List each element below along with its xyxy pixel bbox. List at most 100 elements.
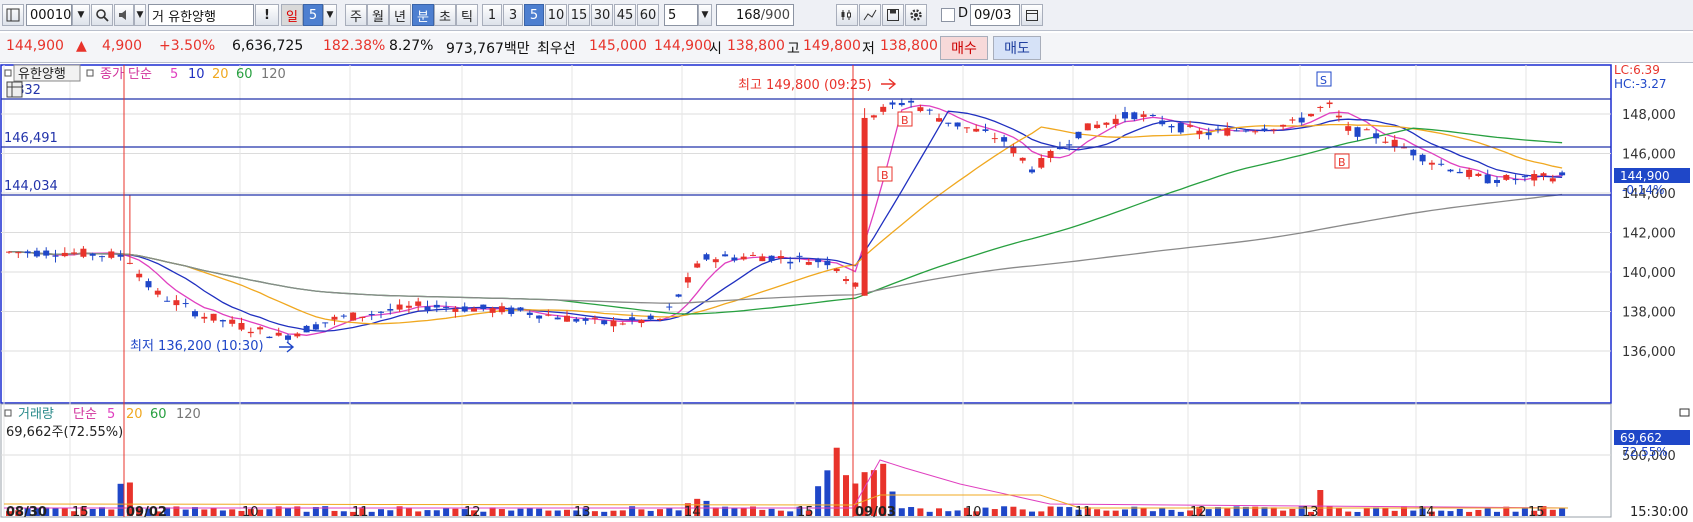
candle-body <box>1345 126 1352 131</box>
candle-body <box>582 318 589 321</box>
candle-body <box>787 261 794 264</box>
volume-bar <box>1205 509 1212 516</box>
hc-label: HC:-3.27 <box>1614 77 1667 91</box>
interval-5[interactable]: 5 <box>524 4 544 26</box>
buy-button[interactable]: 매수 <box>940 36 988 60</box>
interval-1[interactable]: 1 <box>482 4 502 26</box>
volume-bar <box>536 508 543 516</box>
candle-body <box>1335 115 1342 118</box>
candle-body <box>805 261 812 265</box>
candle-body <box>1233 130 1240 132</box>
tab-second[interactable]: 초 <box>434 4 456 26</box>
tab-day[interactable]: 일 <box>281 4 303 26</box>
interval-45[interactable]: 45 <box>614 4 636 26</box>
candle-body <box>898 102 905 106</box>
data-count-input[interactable]: 168/900 <box>716 4 794 26</box>
change-percent: +3.50% <box>159 38 216 54</box>
candle-body <box>43 250 50 256</box>
speaker-icon[interactable] <box>114 4 134 26</box>
volume-bar <box>777 510 784 516</box>
volume-bar <box>182 509 189 516</box>
search-icon[interactable] <box>91 4 113 26</box>
tab-minute[interactable]: 분 <box>412 4 434 26</box>
candle-body <box>201 316 208 319</box>
x-tick-label: 13 <box>1302 505 1319 518</box>
tab-week[interactable]: 주 <box>345 4 367 26</box>
y-tick-label: 148,000 <box>1622 108 1676 123</box>
candle-body <box>80 248 87 257</box>
interval-60[interactable]: 60 <box>637 4 659 26</box>
candle-body <box>331 316 338 320</box>
sell-marker-text: S <box>1320 74 1327 87</box>
chart-area[interactable]: ,832 146,491 144,034 148,000 146,000 144,000… <box>0 63 1693 520</box>
draw-tool-icon[interactable] <box>859 4 881 26</box>
date-checkbox[interactable] <box>941 8 955 22</box>
candle-body <box>750 254 756 256</box>
candle-body <box>508 307 515 314</box>
volume-bar <box>787 511 794 516</box>
candle-body <box>1075 131 1082 139</box>
interval-input[interactable]: 5 <box>664 4 698 26</box>
alert-button[interactable]: ! <box>255 4 279 26</box>
candle-body <box>1029 169 1035 173</box>
stock-chart[interactable]: ,832146,491144,034 148,000146,000144,000… <box>0 63 1693 520</box>
candle-body <box>1066 144 1073 146</box>
table-icon[interactable] <box>6 81 23 98</box>
interval-15[interactable]: 15 <box>568 4 590 26</box>
volume-bar <box>117 483 124 516</box>
layout-icon[interactable] <box>2 4 24 26</box>
candle-body <box>1410 149 1417 156</box>
indicator-icon[interactable] <box>836 4 858 26</box>
stock-code-input[interactable]: 000100 <box>26 4 80 26</box>
candle-body <box>498 306 505 313</box>
interval-30[interactable]: 30 <box>591 4 613 26</box>
candle-body <box>647 315 654 320</box>
candle-body <box>192 311 198 317</box>
volume-bar <box>526 507 533 516</box>
y-tick-label: 142,000 <box>1622 227 1676 242</box>
volume-bar <box>1149 511 1156 516</box>
candle-body <box>619 323 626 325</box>
candle-body <box>526 312 533 315</box>
period-select[interactable]: 5 <box>303 4 323 26</box>
chevron-down-icon[interactable]: ▼ <box>323 4 337 26</box>
candle-body <box>610 320 617 327</box>
calendar-icon[interactable] <box>1021 4 1043 26</box>
volume-bar <box>1010 506 1017 516</box>
volume-bar <box>1224 508 1231 516</box>
tab-tick[interactable]: 틱 <box>456 4 478 26</box>
panel-collapse-icon[interactable] <box>1679 408 1690 417</box>
chevron-down-icon[interactable]: ▼ <box>134 4 146 26</box>
volume-bar <box>52 507 59 516</box>
last-volume-pct: 72.55% <box>1622 445 1668 459</box>
date-input[interactable]: 09/03 <box>970 4 1020 26</box>
candle-body <box>1103 122 1110 125</box>
x-tick-label: 10 <box>965 505 982 518</box>
tab-month[interactable]: 월 <box>367 4 389 26</box>
candle-body <box>229 319 236 324</box>
candle-body <box>1270 129 1277 131</box>
interval-10[interactable]: 10 <box>545 4 567 26</box>
sell-button[interactable]: 매도 <box>993 36 1041 60</box>
candle-body <box>1224 128 1231 136</box>
gear-icon[interactable] <box>905 4 927 26</box>
tab-year[interactable]: 년 <box>389 4 411 26</box>
stock-name-field[interactable]: 거 유한양행 <box>148 4 254 26</box>
high-annotation: 최고 149,800 (09:25) <box>738 78 872 93</box>
legend-vol-ma5: 5 <box>107 407 115 422</box>
current-price: 144,900 <box>6 38 64 54</box>
candle-body <box>126 262 133 264</box>
chevron-down-icon[interactable]: ▼ <box>72 4 90 26</box>
interval-3[interactable]: 3 <box>503 4 523 26</box>
candle-body <box>461 306 468 312</box>
hline-label: 144,034 <box>4 179 58 194</box>
volume-bar <box>99 507 105 516</box>
candle-body <box>843 279 849 282</box>
candle-body <box>1038 158 1045 168</box>
volume-bar <box>1112 510 1119 516</box>
chevron-down-icon[interactable]: ▼ <box>698 4 712 26</box>
candle-body <box>1215 128 1221 130</box>
volume-bar <box>443 508 450 516</box>
save-icon[interactable] <box>882 4 904 26</box>
candle-body <box>1363 129 1370 131</box>
